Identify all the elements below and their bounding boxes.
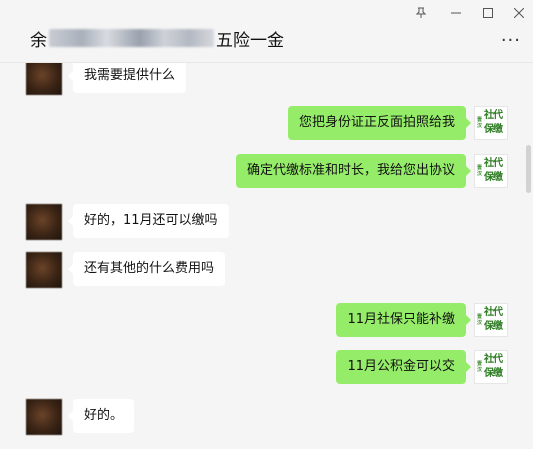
message-bubble[interactable]: 11月公积金可以交 xyxy=(336,350,471,384)
my-avatar[interactable]: 壹汉 社代保缴 xyxy=(474,106,508,140)
minimize-icon[interactable] xyxy=(447,5,465,21)
message-bubble[interactable]: 确定代缴标准和时长，我给您出协议 xyxy=(235,154,472,188)
more-options-button[interactable]: ··· xyxy=(501,30,521,51)
my-avatar[interactable]: 壹汉 社代保缴 xyxy=(474,350,508,384)
avatar-small-text: 壹汉 xyxy=(477,361,483,373)
contact-avatar[interactable] xyxy=(26,252,62,288)
chat-title: 余 五险一金 xyxy=(30,26,284,51)
avatar-logo-text: 社代保缴 xyxy=(484,354,503,379)
maximize-icon[interactable] xyxy=(479,5,497,21)
message-list[interactable]: 我需要提供什么 您把身份证正反面拍照给我 壹汉 社代保缴 确定代缴标准和时长，我… xyxy=(0,63,533,449)
avatar-logo-text: 社代保缴 xyxy=(484,307,503,332)
chat-title-suffix: 五险一金 xyxy=(216,30,284,51)
contact-avatar[interactable] xyxy=(26,204,62,240)
message-bubble[interactable]: 好的，11月还可以缴吗 xyxy=(68,204,229,238)
avatar-small-text: 壹汉 xyxy=(477,165,483,177)
message-bubble[interactable]: 好的。 xyxy=(67,399,135,433)
chat-header: 余 五险一金 ··· xyxy=(0,0,533,63)
message-bubble[interactable]: 我需要提供什么 xyxy=(67,63,187,93)
avatar-small-text: 壹汉 xyxy=(477,117,483,129)
my-avatar[interactable]: 壹汉 社代保缴 xyxy=(474,303,508,337)
avatar-logo-text: 社代保缴 xyxy=(484,158,503,183)
pin-icon[interactable] xyxy=(412,5,430,21)
chat-window: 余 五险一金 ··· 我需要提供什么 您把身份证正反面拍照给我 壹汉 社代保缴 … xyxy=(0,0,533,449)
chat-title-prefix: 余 xyxy=(30,30,47,51)
message-bubble[interactable]: 11月社保只能补缴 xyxy=(336,303,471,337)
avatar-logo-text: 社代保缴 xyxy=(484,110,503,135)
redacted-name xyxy=(49,29,214,47)
contact-avatar[interactable] xyxy=(26,63,62,95)
close-icon[interactable] xyxy=(510,5,528,21)
message-bubble[interactable]: 您把身份证正反面拍照给我 xyxy=(287,106,472,140)
scrollbar[interactable] xyxy=(526,145,531,193)
contact-avatar[interactable] xyxy=(26,399,62,435)
message-bubble[interactable]: 还有其他的什么费用吗 xyxy=(67,252,226,286)
avatar-small-text: 壹汉 xyxy=(477,314,483,326)
my-avatar[interactable]: 壹汉 社代保缴 xyxy=(474,154,508,188)
